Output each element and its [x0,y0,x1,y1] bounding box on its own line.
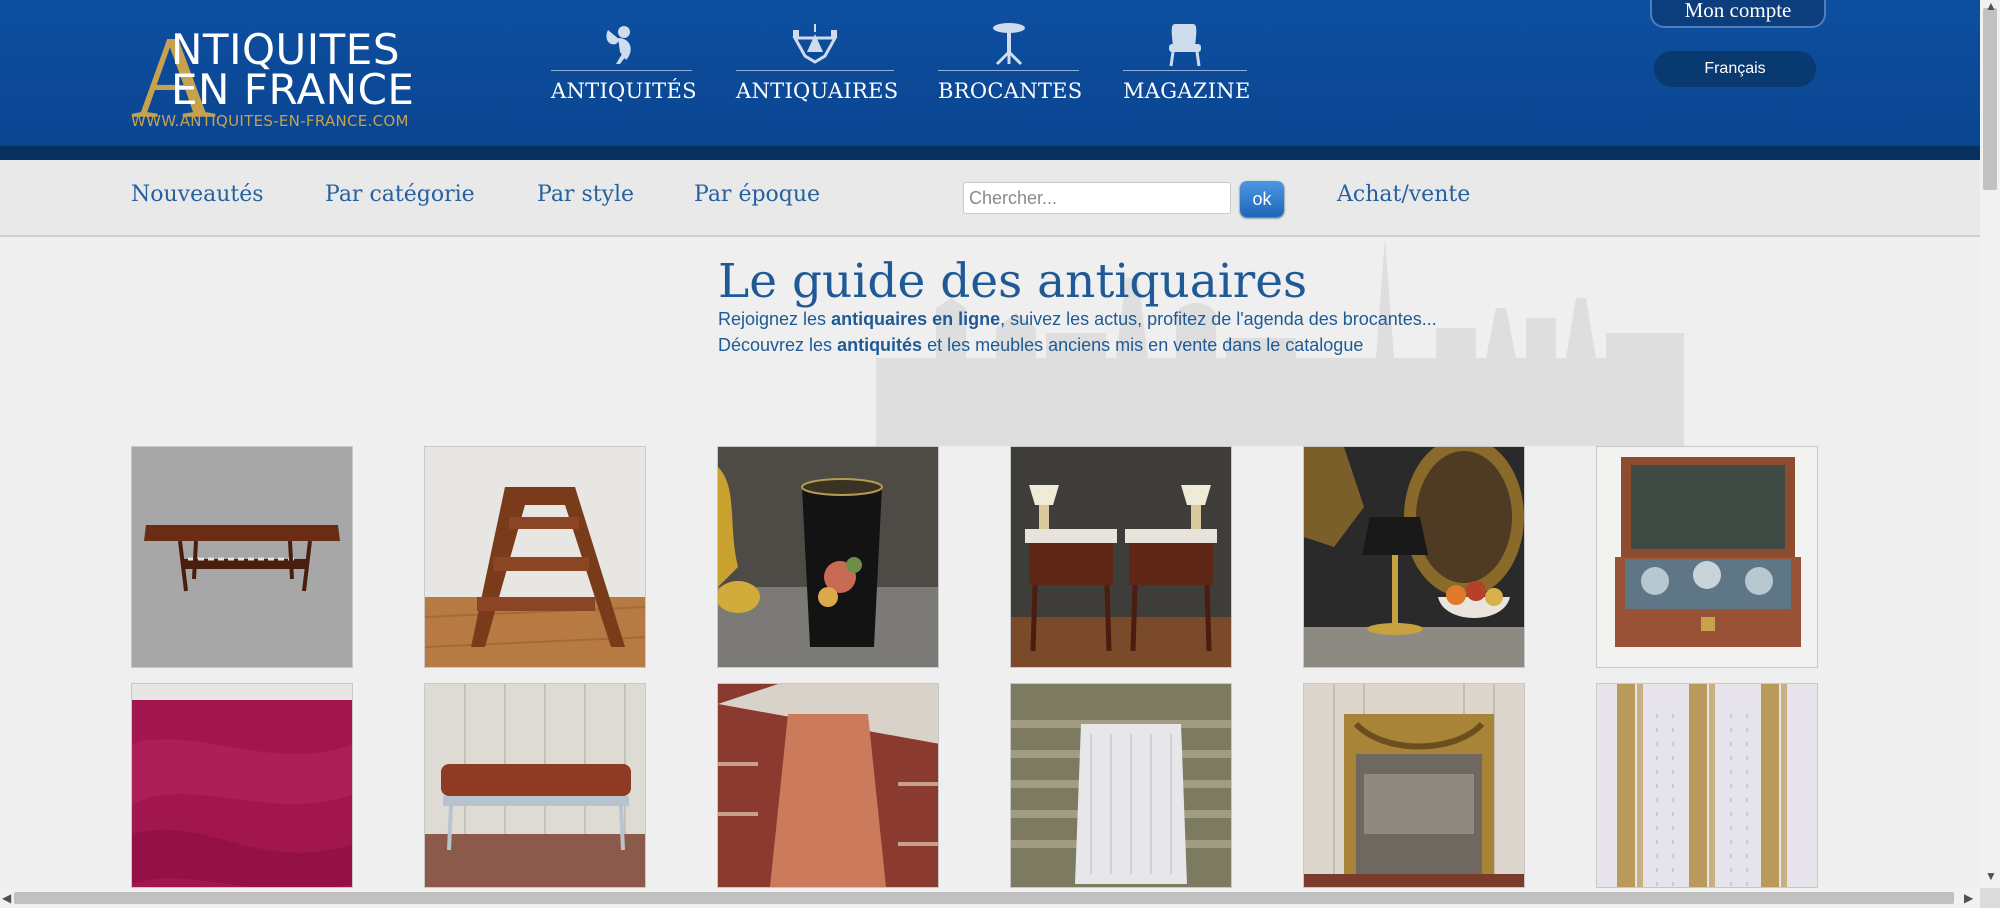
vertical-scrollbar[interactable]: ▲ ▼ [1980,0,2000,888]
logo-url: WWW.ANTIQUITES-EN-FRANCE.COM [131,112,409,130]
gueridon-table-icon [938,22,1079,68]
subnav-par-style[interactable]: Par style [537,182,634,207]
product-gilt-mirror[interactable] [1303,683,1525,888]
product-striped-fabric[interactable] [1596,683,1818,888]
scroll-down-icon[interactable]: ▼ [1985,870,1997,882]
site-header: A NTIQUITES EN FRANCE WWW.ANTIQUITES-EN-… [0,0,1980,146]
header-strip [0,146,1980,160]
cherub-icon [551,22,692,68]
product-bouillotte-lamp[interactable] [1303,446,1525,668]
armchair-icon [1123,22,1247,68]
product-velvet-bench[interactable] [717,683,939,888]
nav-antiquites[interactable]: ANTIQUITÉS [551,22,697,112]
sub-nav: Nouveautés Par catégorie Par style Par é… [0,160,1980,237]
hero-intro-line-2: Découvrez les antiquités et les meubles … [718,335,1364,355]
subnav-par-epoque[interactable]: Par époque [694,182,820,207]
subnav-nouveautes[interactable]: Nouveautés [131,182,264,207]
vertical-scroll-thumb[interactable] [1983,8,1997,190]
nav-antiquaires-label: ANTIQUAIRES [736,79,899,103]
nav-antiquaires[interactable]: ANTIQUAIRES [736,22,899,112]
product-library-step-ladder[interactable] [424,446,646,668]
site-logo[interactable]: A NTIQUITES EN FRANCE WWW.ANTIQUITES-EN-… [131,19,436,137]
horizontal-scroll-thumb[interactable] [14,892,1954,904]
product-bedside-tables[interactable] [1010,446,1232,668]
product-travel-necessaire[interactable] [1596,446,1818,668]
language-selector[interactable]: Français [1654,51,1816,87]
scroll-up-icon[interactable]: ▲ [1985,0,1997,12]
nav-brocantes[interactable]: BROCANTES [938,22,1083,112]
product-upholstered-seat[interactable] [1010,683,1232,888]
search-input[interactable] [963,182,1231,214]
nav-magazine[interactable]: MAGAZINE [1123,22,1251,112]
scrollbar-corner [1980,888,2000,908]
scroll-left-icon[interactable]: ◀ [2,892,11,904]
nav-magazine-label: MAGAZINE [1123,79,1251,103]
horizontal-scrollbar[interactable]: ◀ ▶ [0,888,1980,908]
product-pink-velvet[interactable] [131,683,353,888]
nav-antiquites-label: ANTIQUITÉS [551,79,697,103]
subnav-par-categorie[interactable]: Par catégorie [325,182,475,207]
page-title: Le guide des antiquaires [718,254,1308,309]
link-antiquaires-en-ligne[interactable]: antiquaires en ligne [831,309,1000,329]
link-antiquites[interactable]: antiquités [837,335,922,355]
chandelier-icon [736,22,894,68]
product-footstool[interactable] [424,683,646,888]
nav-brocantes-label: BROCANTES [938,79,1083,103]
product-coffee-table[interactable] [131,446,353,668]
product-painted-tole-bin[interactable] [717,446,939,668]
logo-line-2: EN FRANCE [171,65,415,114]
my-account-button[interactable]: Mon compte [1650,0,1826,28]
search-ok-button[interactable]: ok [1240,181,1284,217]
scroll-right-icon[interactable]: ▶ [1964,892,1973,904]
hero-intro-line-1: Rejoignez les antiquaires en ligne, suiv… [718,309,1437,329]
subnav-achat-vente[interactable]: Achat/vente [1337,182,1470,207]
